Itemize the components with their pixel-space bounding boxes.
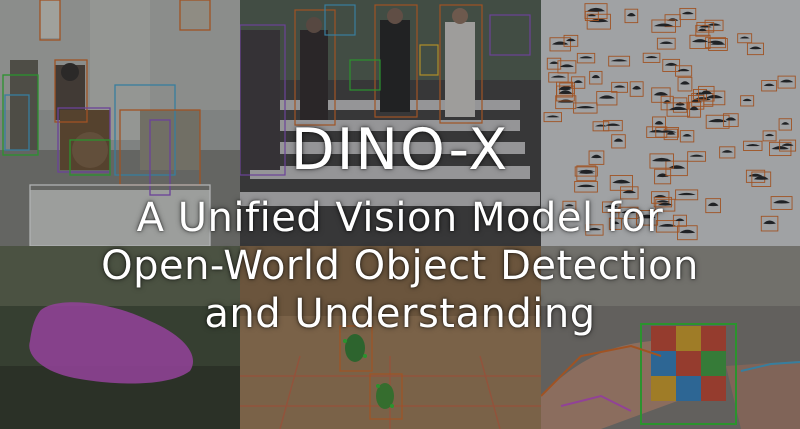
main-title: DINO-X: [290, 117, 510, 183]
subtitle-line-2: Open-World Object Detection: [101, 243, 699, 289]
collage: DINO-X A Unified Vision Model for Open-W…: [0, 0, 800, 429]
subtitle-line-1: A Unified Vision Model for: [136, 195, 664, 241]
subtitle-line-3: and Understanding: [204, 291, 596, 337]
